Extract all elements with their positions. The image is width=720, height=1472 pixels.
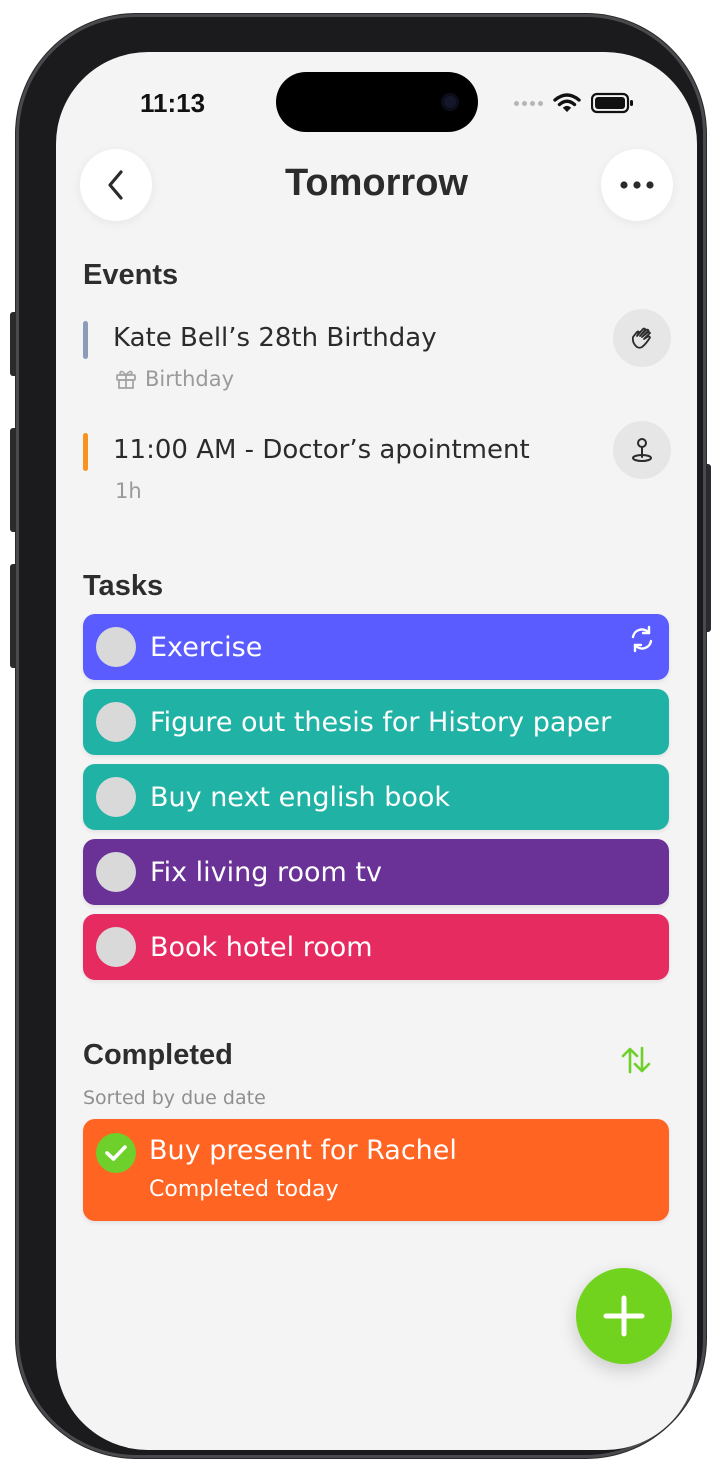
events-heading: Events — [83, 259, 179, 291]
repeat-icon — [631, 625, 653, 653]
task-checkbox[interactable] — [96, 627, 136, 667]
completed-task-item[interactable]: Buy present for Rachel Completed today — [83, 1119, 669, 1221]
location-button[interactable] — [613, 421, 671, 479]
map-pin-icon — [632, 438, 652, 462]
task-item[interactable]: Fix living room tv — [83, 839, 669, 905]
task-item[interactable]: Book hotel room — [83, 914, 669, 980]
sort-note: Sorted by due date — [83, 1087, 266, 1109]
event-color-bar — [83, 433, 88, 471]
event-duration-label: 1h — [115, 479, 142, 503]
signal-icon — [514, 100, 543, 106]
event-item[interactable]: 11:00 AM - Doctor’s apointment 1h — [83, 421, 671, 523]
status-icons — [514, 90, 635, 116]
task-item[interactable]: Figure out thesis for History paper — [83, 689, 669, 755]
event-subtitle: 1h — [115, 479, 142, 503]
task-item[interactable]: Buy next english book — [83, 764, 669, 830]
checkmark-icon — [105, 1145, 127, 1161]
camera-icon — [441, 93, 459, 111]
completed-heading: Completed — [83, 1039, 233, 1071]
waving-hand-icon — [631, 327, 651, 349]
completed-task-subtitle: Completed today — [149, 1177, 339, 1202]
event-title: 11:00 AM - Doctor’s apointment — [113, 435, 530, 465]
task-label: Figure out thesis for History paper — [150, 706, 612, 738]
task-label: Book hotel room — [150, 931, 373, 963]
add-button[interactable] — [576, 1268, 672, 1364]
task-checkbox[interactable] — [96, 927, 136, 967]
battery-icon — [591, 92, 633, 114]
task-item[interactable]: Exercise — [83, 614, 669, 680]
wifi-icon — [553, 93, 581, 112]
task-checkbox[interactable] — [96, 852, 136, 892]
sort-arrows-icon — [621, 1046, 651, 1074]
task-label: Buy next english book — [150, 781, 451, 813]
more-options-button[interactable] — [601, 149, 673, 221]
tasks-heading: Tasks — [83, 570, 164, 602]
completed-task-title: Buy present for Rachel — [149, 1135, 457, 1166]
dynamic-island — [276, 72, 478, 132]
task-label: Exercise — [150, 631, 263, 663]
task-label: Fix living room tv — [150, 856, 382, 888]
event-title: Kate Bell’s 28th Birthday — [113, 323, 437, 353]
event-subtitle: Birthday — [115, 367, 234, 391]
task-checkbox[interactable] — [96, 702, 136, 742]
task-checkbox[interactable] — [96, 777, 136, 817]
phone-frame: 11:13 Tomorrow Events Kate Bell’s 28th B… — [16, 14, 706, 1458]
screen: 11:13 Tomorrow Events Kate Bell’s 28th B… — [56, 52, 697, 1450]
event-type-label: Birthday — [145, 367, 235, 391]
wave-button[interactable] — [613, 309, 671, 367]
status-time: 11:13 — [140, 88, 206, 118]
sort-button[interactable] — [618, 1042, 654, 1078]
ellipsis-icon — [620, 181, 654, 189]
repeat-indicator — [627, 624, 657, 658]
completed-checkbox[interactable] — [96, 1133, 136, 1173]
gift-icon — [116, 370, 136, 389]
plus-icon — [603, 1295, 645, 1337]
event-item[interactable]: Kate Bell’s 28th Birthday Birthday — [83, 309, 671, 411]
event-color-bar — [83, 321, 88, 359]
